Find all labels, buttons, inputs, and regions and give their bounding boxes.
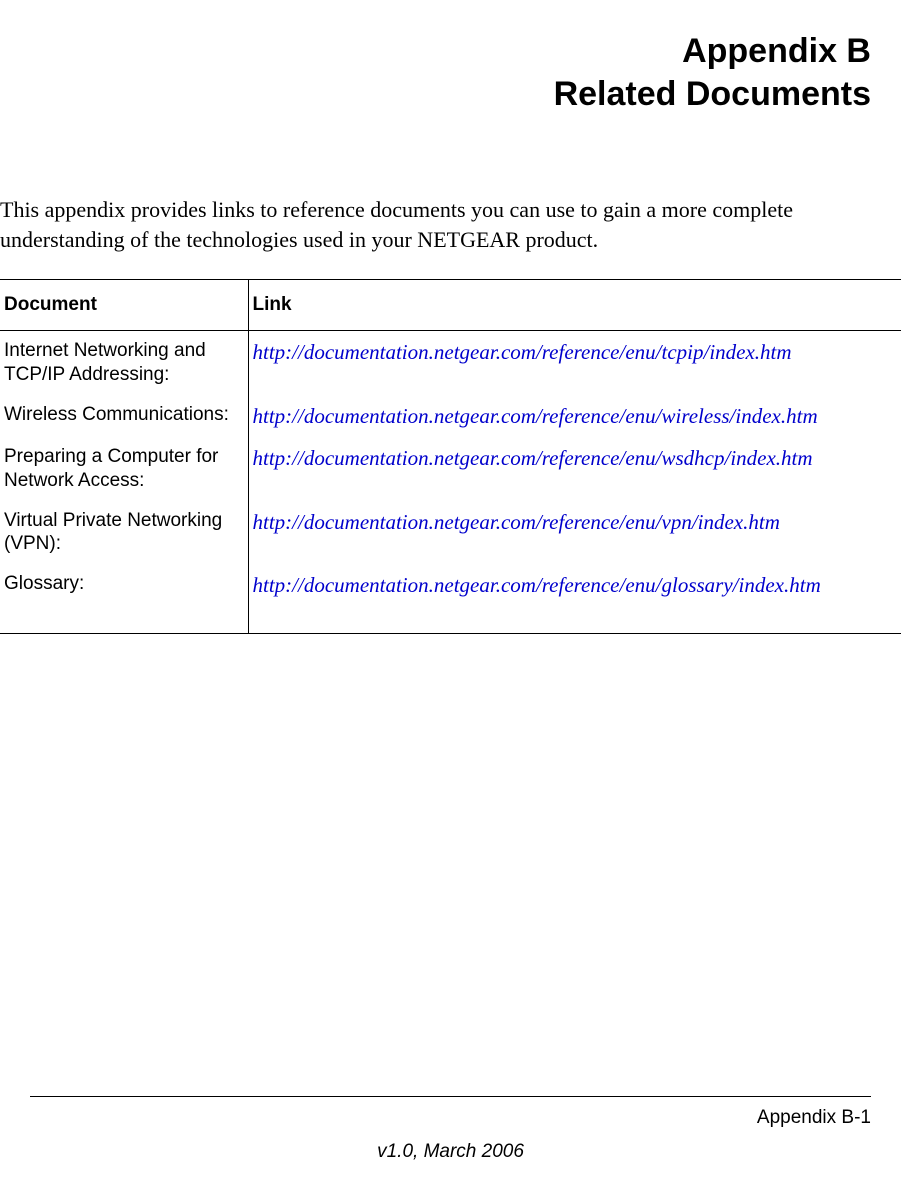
table-header-link: Link <box>248 280 901 331</box>
doc-cell: Virtual Private Networking (VPN): <box>0 501 248 565</box>
heading-line1: Appendix B <box>682 32 871 70</box>
doc-cell: Preparing a Computer for Network Access: <box>0 437 248 501</box>
table-row: Wireless Communications: http://document… <box>0 395 901 437</box>
page-footer: Appendix B-1 v1.0, March 2006 <box>0 1096 901 1163</box>
link-cell[interactable]: http://documentation.netgear.com/referen… <box>248 331 901 395</box>
intro-paragraph: This appendix provides links to referenc… <box>0 195 901 254</box>
table-row: Internet Networking and TCP/IP Addressin… <box>0 331 901 395</box>
page-heading: Appendix B Related Documents <box>0 30 901 115</box>
table-header-document: Document <box>0 280 248 331</box>
doc-cell: Wireless Communications: <box>0 395 248 437</box>
table-row: Virtual Private Networking (VPN): http:/… <box>0 501 901 565</box>
footer-version: v1.0, March 2006 <box>30 1141 871 1163</box>
doc-cell: Glossary: <box>0 564 248 634</box>
link-cell[interactable]: http://documentation.netgear.com/referen… <box>248 395 901 437</box>
table-row: Preparing a Computer for Network Access:… <box>0 437 901 501</box>
link-cell[interactable]: http://documentation.netgear.com/referen… <box>248 564 901 634</box>
footer-page-label: Appendix B-1 <box>30 1096 871 1129</box>
heading-line2: Related Documents <box>554 75 871 113</box>
doc-cell: Internet Networking and TCP/IP Addressin… <box>0 331 248 395</box>
table-row: Glossary: http://documentation.netgear.c… <box>0 564 901 634</box>
related-documents-table: Document Link Internet Networking and TC… <box>0 279 901 634</box>
link-cell[interactable]: http://documentation.netgear.com/referen… <box>248 501 901 565</box>
link-cell[interactable]: http://documentation.netgear.com/referen… <box>248 437 901 501</box>
